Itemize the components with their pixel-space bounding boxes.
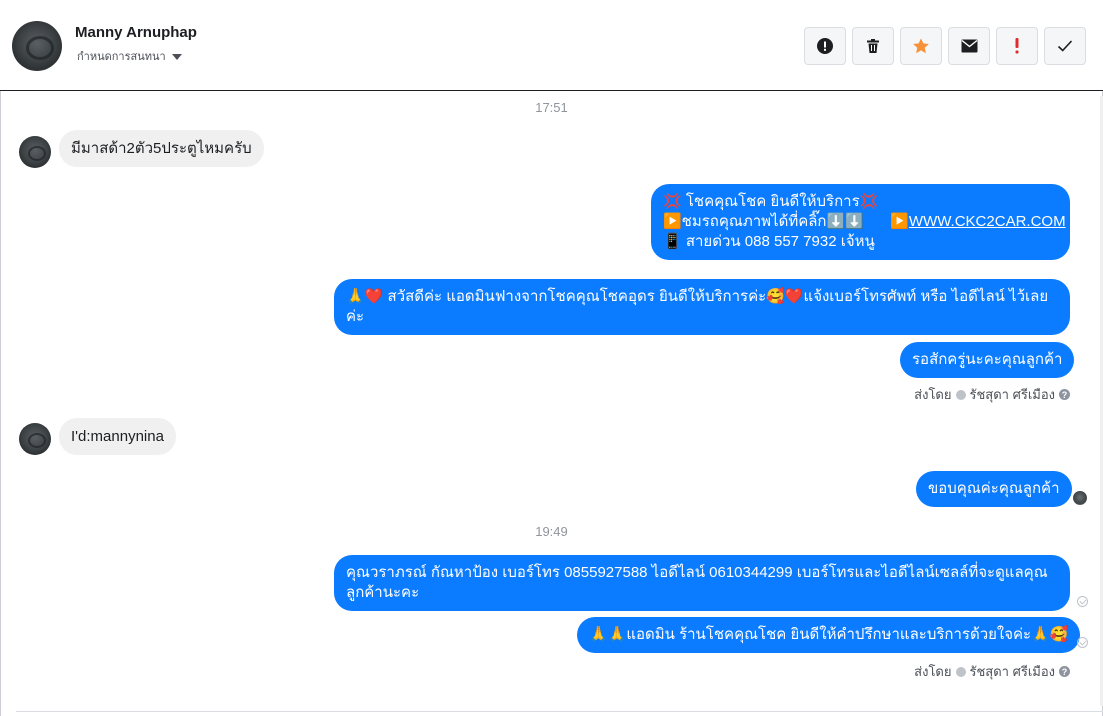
star-button[interactable]: [900, 27, 942, 65]
page-icon: [955, 666, 966, 677]
composer-divider: [16, 711, 1103, 712]
mark-done-button[interactable]: [1044, 27, 1086, 65]
delete-button[interactable]: [852, 27, 894, 65]
incoming-message[interactable]: I'd:mannynina: [59, 418, 176, 455]
assign-conversation-dropdown[interactable]: กำหนดการสนทนา: [77, 47, 182, 65]
header-actions: [804, 27, 1086, 65]
website-link[interactable]: WWW.CKC2CAR.COM: [909, 213, 1066, 230]
outgoing-message[interactable]: คุณวราภรณ์ กัณหาป้อง เบอร์โทร 0855927588…: [334, 555, 1070, 611]
timestamp: 19:49: [535, 524, 568, 539]
page-icon: [955, 389, 966, 400]
message-line: 💢 โชคคุณโชค ยินดีให้บริการ💢: [663, 193, 879, 210]
outgoing-message[interactable]: ขอบคุณค่ะคุณลูกค้า: [916, 471, 1072, 507]
trash-icon: [867, 39, 879, 53]
outgoing-message[interactable]: 🙏🙏แอดมิน ร้านโชคคุณโชค ยินดีให้คำปรึกษาแ…: [577, 617, 1081, 653]
sender-name[interactable]: รัชสุดา ศรีเมือง: [970, 384, 1056, 405]
report-button[interactable]: [804, 27, 846, 65]
delivered-check-icon: [1077, 637, 1088, 648]
timestamp: 17:51: [535, 100, 568, 115]
envelope-icon: [961, 39, 977, 53]
assign-label: กำหนดการสนทนา: [77, 51, 166, 63]
conversation-header: Manny Arnuphap กำหนดการสนทนา: [0, 0, 1103, 91]
outgoing-message[interactable]: 💢 โชคคุณโชค ยินดีให้บริการ💢 ▶️ชมรถคุณภาพ…: [651, 184, 1070, 260]
incoming-message[interactable]: มีมาสด้า2ตัว5ประตูไหมครับ: [59, 130, 264, 167]
checkmark-icon: [1057, 40, 1073, 52]
message-line: 📱 สายด่วน 088 557 7932 เจ้หนู: [663, 233, 875, 250]
sent-by-info: ส่งโดย รัชสุดา ศรีเมือง ?: [914, 661, 1070, 682]
sent-by-info: ส่งโดย รัชสุดา ศรีเมือง ?: [914, 384, 1070, 405]
sender-avatar: [19, 136, 51, 168]
seen-avatar: [1073, 491, 1087, 505]
sender-avatar: [19, 423, 51, 455]
exclamation-icon: [1015, 38, 1019, 54]
help-icon[interactable]: ?: [1059, 666, 1070, 677]
contact-avatar[interactable]: [12, 21, 62, 71]
sender-name[interactable]: รัชสุดา ศรีเมือง: [970, 661, 1056, 682]
mark-unread-button[interactable]: [948, 27, 990, 65]
help-icon[interactable]: ?: [1059, 389, 1070, 400]
caret-down-icon: [171, 53, 182, 60]
outgoing-message[interactable]: รอสักครู่นะคะคุณลูกค้า: [900, 342, 1075, 378]
contact-name[interactable]: Manny Arnuphap: [75, 24, 197, 41]
outgoing-message[interactable]: 🙏❤️ สวัสดีค่ะ แอดมินฟางจากโชคคุณโชคอุดร …: [334, 279, 1070, 335]
star-icon: [913, 38, 929, 54]
delivered-check-icon: [1077, 596, 1088, 607]
alert-circle-icon: [817, 38, 833, 54]
message-line: ▶️ชมรถคุณภาพได้ที่คลิ๊ก⬇️⬇️ ▶️WWW.CKC2CA…: [663, 213, 1066, 230]
mark-spam-button[interactable]: [996, 27, 1038, 65]
